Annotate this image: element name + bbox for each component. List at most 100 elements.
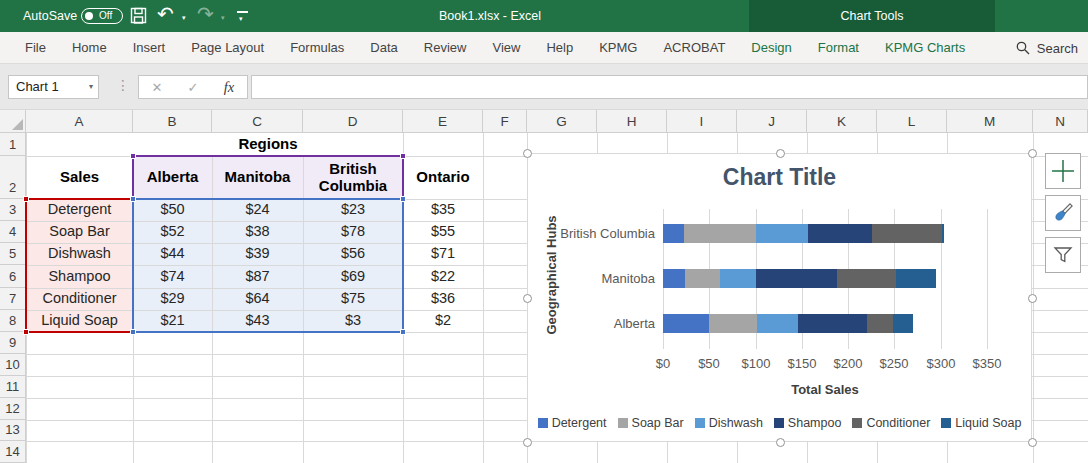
enter-icon[interactable]: ✓ — [175, 80, 211, 95]
column-header-F[interactable]: F — [483, 110, 527, 133]
bar-manitoba[interactable] — [663, 269, 936, 288]
range-border-header[interactable] — [132, 155, 404, 200]
chart-x-axis-title[interactable]: Total Sales — [663, 382, 987, 397]
legend-item-conditioner[interactable]: Conditioner — [852, 416, 930, 430]
tab-kpmg[interactable]: KPMG — [586, 32, 650, 64]
select-all-corner[interactable] — [0, 110, 26, 133]
tab-formulas[interactable]: Formulas — [277, 32, 357, 64]
column-header-H[interactable]: H — [597, 110, 667, 133]
autosave-toggle[interactable]: Off — [81, 8, 123, 24]
selection-handle[interactable] — [776, 149, 785, 158]
bar-segment-detergent[interactable] — [663, 269, 685, 288]
column-header-E[interactable]: E — [403, 110, 483, 133]
selection-handle[interactable] — [523, 149, 532, 158]
row-header-7[interactable]: 7 — [0, 288, 26, 310]
cell-value[interactable]: $71 — [403, 243, 483, 265]
qat-customize-caret-icon[interactable]: ▾ — [239, 15, 243, 23]
bar-segment-dishwash[interactable] — [757, 314, 798, 333]
row-header-14[interactable]: 14 — [0, 441, 26, 463]
chart-elements-button[interactable] — [1045, 153, 1081, 189]
selection-handle[interactable] — [523, 294, 532, 303]
column-header-L[interactable]: L — [877, 110, 947, 133]
range-border-data-handle[interactable] — [400, 329, 406, 335]
legend-item-soap-bar[interactable]: Soap Bar — [618, 416, 684, 430]
formula-input[interactable] — [251, 75, 1088, 99]
tab-insert[interactable]: Insert — [120, 32, 179, 64]
row-header-2[interactable]: 2 — [0, 156, 26, 199]
legend-item-shampoo[interactable]: Shampoo — [774, 416, 842, 430]
qat-customize-icon[interactable] — [237, 11, 248, 13]
column-header-M[interactable]: M — [947, 110, 1033, 133]
cancel-icon[interactable]: ✕ — [139, 80, 175, 95]
chart-title[interactable]: Chart Title — [528, 164, 1031, 191]
row-header-1[interactable]: 1 — [0, 133, 26, 156]
tab-data[interactable]: Data — [357, 32, 410, 64]
bar-segment-shampoo[interactable] — [808, 224, 872, 243]
column-header-N[interactable]: N — [1033, 110, 1088, 133]
bar-segment-soap-bar[interactable] — [684, 224, 756, 243]
bar-segment-soap-bar[interactable] — [709, 314, 757, 333]
name-box[interactable]: Chart 1 ▾ — [8, 75, 99, 99]
bar-segment-dishwash[interactable] — [720, 269, 756, 288]
redo-dropdown-icon[interactable]: ▾ — [221, 14, 225, 22]
cell-value[interactable]: $2 — [403, 310, 483, 332]
column-header-K[interactable]: K — [807, 110, 877, 133]
insert-function-icon[interactable]: fx — [211, 79, 247, 96]
category-label[interactable]: Alberta — [535, 316, 655, 331]
bar-segment-detergent[interactable] — [663, 314, 709, 333]
chart-styles-button[interactable] — [1045, 195, 1081, 231]
selection-handle[interactable] — [1028, 149, 1037, 158]
selection-handle[interactable] — [776, 438, 785, 447]
selection-handle[interactable] — [523, 438, 532, 447]
column-header-A[interactable]: A — [26, 110, 133, 133]
bar-segment-conditioner[interactable] — [867, 314, 894, 333]
range-border-data-handle[interactable] — [130, 196, 136, 202]
column-header-B[interactable]: B — [133, 110, 212, 133]
cell-value[interactable]: $35 — [403, 199, 483, 221]
range-border-labels-handle[interactable] — [23, 329, 29, 335]
tab-home[interactable]: Home — [59, 32, 120, 64]
tab-file[interactable]: File — [12, 32, 59, 64]
range-border-labels[interactable] — [25, 198, 134, 333]
undo-dropdown-icon[interactable]: ▾ — [182, 14, 186, 22]
tab-view[interactable]: View — [479, 32, 533, 64]
bar-segment-conditioner[interactable] — [837, 269, 896, 288]
header-ontario[interactable]: Ontario — [403, 156, 483, 199]
bar-segment-liquid-soap[interactable] — [942, 224, 945, 243]
legend-item-detergent[interactable]: Detergent — [538, 416, 607, 430]
legend-item-dishwash[interactable]: Dishwash — [695, 416, 763, 430]
bar-segment-liquid-soap[interactable] — [893, 314, 912, 333]
column-header-I[interactable]: I — [667, 110, 737, 133]
tab-review[interactable]: Review — [411, 32, 480, 64]
undo-icon[interactable]: ↶ — [157, 2, 174, 26]
chart-filters-button[interactable] — [1045, 237, 1081, 273]
bar-segment-detergent[interactable] — [663, 224, 684, 243]
category-label[interactable]: Manitoba — [535, 271, 655, 286]
header-sales[interactable]: Sales — [26, 156, 133, 199]
tab-format[interactable]: Format — [805, 32, 872, 64]
column-header-J[interactable]: J — [737, 110, 807, 133]
bar-british-columbia[interactable] — [663, 224, 944, 243]
bar-segment-liquid-soap[interactable] — [896, 269, 936, 288]
range-border-header-handle[interactable] — [400, 153, 406, 159]
bar-segment-shampoo[interactable] — [756, 269, 837, 288]
bar-segment-soap-bar[interactable] — [685, 269, 720, 288]
bar-segment-dishwash[interactable] — [756, 224, 808, 243]
tab-acrobat[interactable]: ACROBAT — [650, 32, 738, 64]
row-header-9[interactable]: 9 — [0, 332, 26, 354]
selection-handle[interactable] — [1028, 294, 1037, 303]
bar-segment-shampoo[interactable] — [798, 314, 867, 333]
row-header-13[interactable]: 13 — [0, 420, 26, 441]
range-border-data[interactable] — [132, 198, 404, 333]
redo-icon[interactable]: ↷ — [197, 2, 214, 26]
row-header-3[interactable]: 3 — [0, 199, 26, 221]
column-header-D[interactable]: D — [303, 110, 403, 133]
row-header-10[interactable]: 10 — [0, 354, 26, 376]
range-border-data-handle[interactable] — [400, 196, 406, 202]
ribbon-search[interactable]: Search — [1016, 32, 1078, 64]
range-border-header-handle[interactable] — [130, 153, 136, 159]
cell-value[interactable]: $22 — [403, 265, 483, 288]
regions-merged-header[interactable]: Regions — [133, 133, 403, 156]
legend-item-liquid-soap[interactable]: Liquid Soap — [941, 416, 1021, 430]
chart[interactable]: Chart Title Geographical Hubs British Co… — [527, 153, 1032, 442]
